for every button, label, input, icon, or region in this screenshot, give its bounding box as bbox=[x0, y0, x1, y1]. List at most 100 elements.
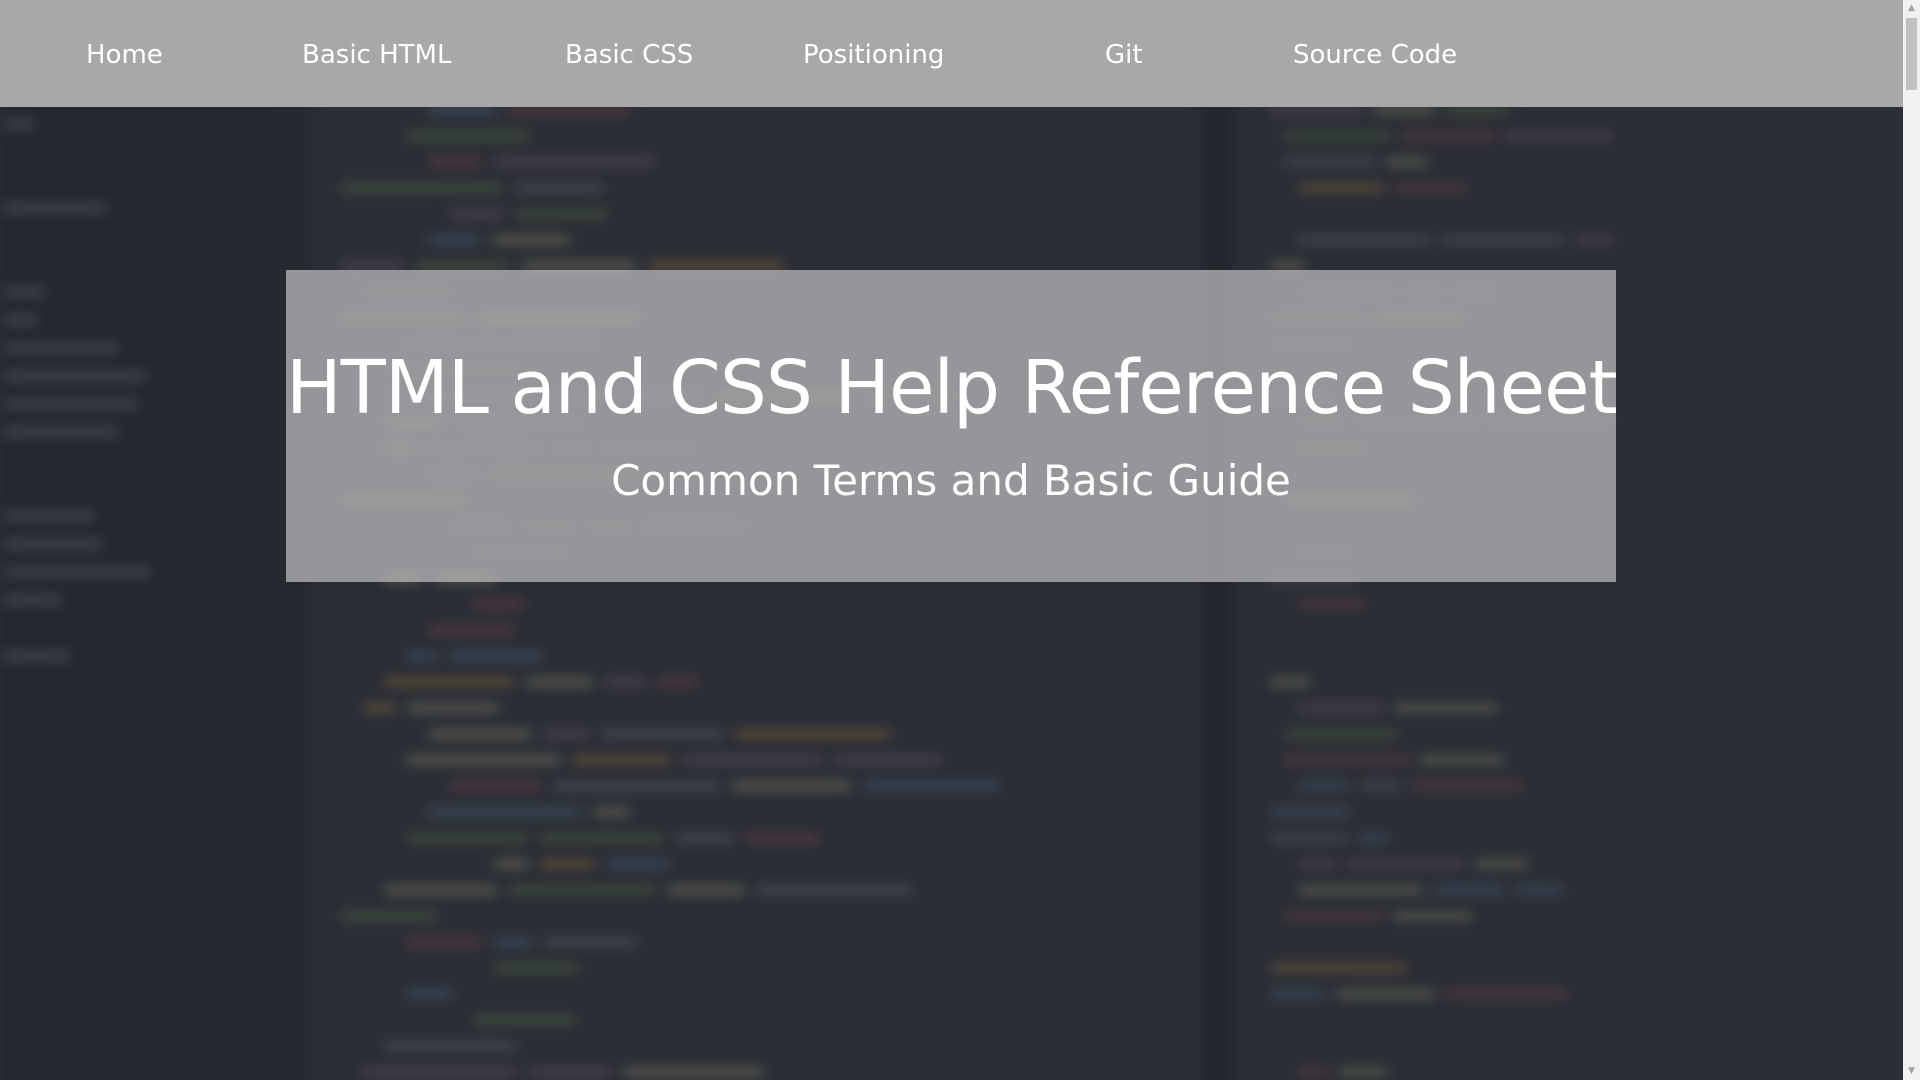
code-line-segment bbox=[428, 626, 514, 634]
nav-link-home[interactable]: Home bbox=[86, 0, 163, 107]
code-line-segment bbox=[384, 886, 497, 894]
code-line-segment bbox=[657, 678, 698, 686]
code-line-segment bbox=[553, 782, 719, 790]
page-title: HTML and CSS Help Reference Sheet bbox=[286, 345, 1618, 431]
code-line-segment bbox=[406, 834, 528, 842]
code-line-segment bbox=[406, 938, 482, 946]
file-tree-entry bbox=[4, 316, 37, 324]
code-line-segment bbox=[1270, 964, 1407, 972]
file-tree-entry bbox=[4, 400, 139, 408]
hero-banner: HTML and CSS Help Reference Sheet Common… bbox=[286, 270, 1618, 582]
code-line-segment bbox=[1270, 678, 1311, 686]
top-navigation-bar: Home Basic HTML Basic CSS Positioning Gi… bbox=[0, 0, 1903, 107]
code-line-segment bbox=[428, 158, 482, 166]
code-line-segment bbox=[515, 184, 603, 192]
code-line-segment bbox=[540, 860, 595, 868]
code-line-segment bbox=[1270, 990, 1326, 998]
code-line-segment bbox=[623, 1068, 765, 1076]
code-line-segment bbox=[1444, 106, 1509, 114]
code-line-segment bbox=[528, 1068, 611, 1076]
file-tree-entry bbox=[4, 596, 61, 604]
code-line-segment bbox=[1347, 860, 1464, 868]
code-line-segment bbox=[1298, 1068, 1328, 1076]
code-line-segment bbox=[450, 210, 503, 218]
code-line-segment bbox=[491, 236, 570, 244]
file-tree-entry bbox=[4, 428, 118, 436]
code-line-segment bbox=[428, 236, 479, 244]
code-line-segment bbox=[1515, 886, 1563, 894]
code-line-segment bbox=[406, 652, 437, 660]
nav-link-basic-html[interactable]: Basic HTML bbox=[302, 0, 451, 107]
nav-link-git[interactable]: Git bbox=[1105, 0, 1143, 107]
code-line-segment bbox=[1439, 236, 1564, 244]
code-line-segment bbox=[509, 886, 655, 894]
code-line-segment bbox=[428, 106, 497, 114]
file-tree-entry bbox=[4, 120, 35, 128]
code-line-segment bbox=[406, 132, 530, 140]
code-line-segment bbox=[667, 886, 745, 894]
code-line-segment bbox=[1298, 704, 1384, 712]
code-line-segment bbox=[1411, 782, 1524, 790]
code-line-segment bbox=[494, 860, 528, 868]
code-line-segment bbox=[526, 678, 593, 686]
code-line-segment bbox=[1270, 834, 1348, 842]
file-tree-entry bbox=[4, 344, 118, 352]
code-line-segment bbox=[384, 1042, 516, 1050]
code-line-segment bbox=[340, 912, 437, 920]
file-tree-entry bbox=[4, 204, 107, 212]
code-line-segment bbox=[601, 730, 723, 738]
nav-link-basic-css[interactable]: Basic CSS bbox=[565, 0, 693, 107]
code-line-segment bbox=[1393, 912, 1472, 920]
code-line-segment bbox=[1270, 262, 1305, 270]
code-line-segment bbox=[1284, 730, 1399, 738]
code-line-segment bbox=[1374, 106, 1434, 114]
file-tree-entry bbox=[4, 540, 103, 548]
code-line-segment bbox=[605, 678, 645, 686]
code-line-segment bbox=[1298, 236, 1429, 244]
file-tree-entry bbox=[4, 512, 94, 520]
code-line-segment bbox=[593, 808, 630, 816]
code-line-segment bbox=[1394, 704, 1497, 712]
code-line-segment bbox=[1298, 782, 1350, 790]
code-line-segment bbox=[362, 1068, 516, 1076]
code-line-segment bbox=[1445, 990, 1567, 998]
code-line-segment bbox=[428, 808, 581, 816]
code-line-segment bbox=[450, 782, 541, 790]
code-line-segment bbox=[1298, 886, 1423, 894]
code-line-segment bbox=[1505, 132, 1612, 140]
code-line-segment bbox=[1574, 236, 1613, 244]
nav-link-source-code[interactable]: Source Code bbox=[1293, 0, 1457, 107]
code-line-segment bbox=[472, 1016, 577, 1024]
code-line-segment bbox=[1298, 184, 1385, 192]
code-line-segment bbox=[543, 730, 589, 738]
file-tree-entry bbox=[4, 288, 45, 296]
code-line-segment bbox=[1284, 756, 1409, 764]
code-line-segment bbox=[1395, 184, 1467, 192]
file-tree-entry bbox=[4, 652, 69, 660]
scroll-down-arrow-icon[interactable]: ▼ bbox=[1903, 1063, 1920, 1080]
code-line-segment bbox=[340, 184, 503, 192]
code-line-segment bbox=[340, 262, 403, 270]
code-line-segment bbox=[522, 262, 636, 270]
nav-link-positioning[interactable]: Positioning bbox=[803, 0, 944, 107]
code-line-segment bbox=[515, 210, 607, 218]
vertical-scrollbar[interactable]: ▲ ▼ bbox=[1903, 0, 1920, 1080]
code-line-segment bbox=[494, 158, 655, 166]
scroll-up-arrow-icon[interactable]: ▲ bbox=[1903, 0, 1920, 17]
code-line-segment bbox=[1284, 912, 1383, 920]
code-line-segment bbox=[540, 834, 664, 842]
code-line-segment bbox=[449, 652, 542, 660]
code-line-segment bbox=[509, 106, 631, 114]
code-line-segment bbox=[1385, 158, 1428, 166]
code-line-segment bbox=[572, 756, 671, 764]
code-line-segment bbox=[1419, 756, 1503, 764]
scrollbar-thumb[interactable] bbox=[1906, 18, 1917, 90]
code-line-segment bbox=[731, 782, 852, 790]
code-line-segment bbox=[757, 886, 912, 894]
code-line-segment bbox=[406, 990, 453, 998]
code-line-segment bbox=[1401, 132, 1495, 140]
code-line-segment bbox=[1284, 132, 1391, 140]
code-line-segment bbox=[472, 600, 525, 608]
code-line-segment bbox=[735, 730, 891, 738]
code-line-segment bbox=[494, 964, 580, 972]
